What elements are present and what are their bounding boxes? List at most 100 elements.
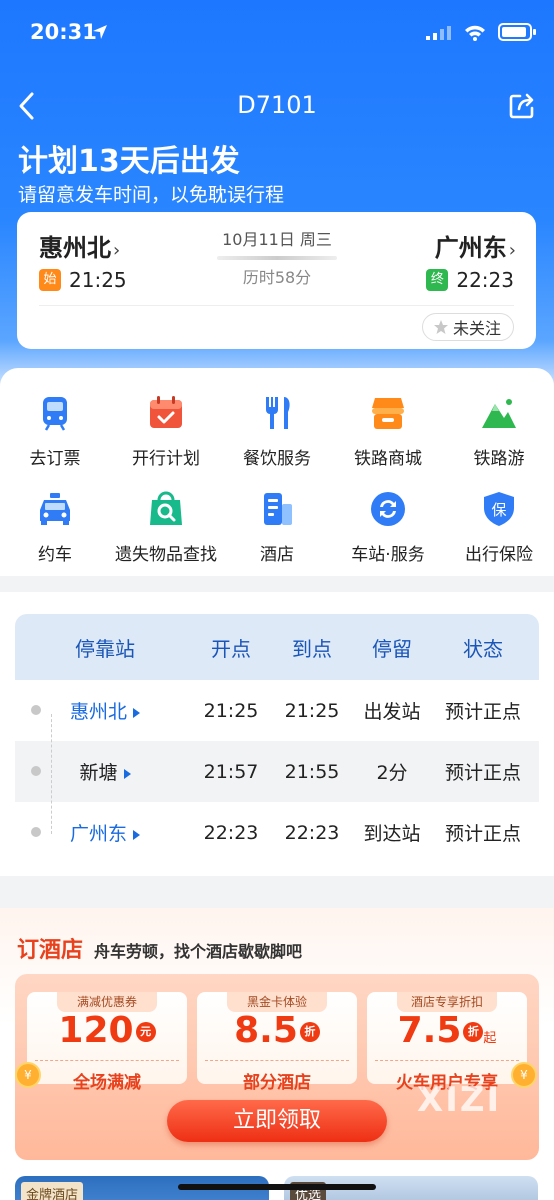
station-name: 惠州北 [69, 701, 127, 723]
plan-title: 计划13天后出发 [18, 144, 240, 179]
table-row: 新塘 21:57 21:55 2分 预计正点 [15, 741, 539, 802]
claim-button[interactable]: 立即领取 [167, 1100, 387, 1142]
coupon-unit: 折 [463, 1022, 484, 1042]
service-label: 酒店 [260, 545, 294, 565]
stop-timetable-section: 停靠站 开点 到点 停留 状态 惠州北 21:25 21:25 出发站 预计正点… [0, 592, 554, 876]
route-dot [31, 766, 41, 776]
insurance-icon: 保 [484, 492, 514, 526]
service-lost-found[interactable]: 遗失物品查找 [111, 490, 221, 565]
calendar-icon [150, 396, 182, 428]
triangle-right-icon [133, 707, 140, 718]
share-icon[interactable] [508, 92, 536, 120]
arrive-cell: 22:23 [284, 821, 340, 844]
column-header-arrive: 到点 [292, 636, 332, 661]
column-header-depart: 开点 [211, 636, 251, 661]
coupon-amount: 7.5 折起 [367, 1010, 527, 1051]
route-dot [31, 827, 41, 837]
coupon-amount: 120 元 [27, 1010, 187, 1051]
departure-station[interactable]: 惠州北 › [39, 228, 120, 263]
service-dining[interactable]: 餐饮服务 [222, 394, 332, 469]
service-taxi[interactable]: 约车 [0, 490, 110, 565]
service-label: 约车 [38, 545, 72, 565]
taxi-icon [40, 493, 70, 525]
train-number-title: D7101 [237, 91, 317, 119]
coin-icon: ¥ [511, 1062, 537, 1088]
status-bar: 20:31 [30, 18, 536, 48]
hotel-subtitle: 舟车劳顿，找个酒店歇歇脚吧 [94, 942, 303, 961]
route-line [51, 714, 52, 834]
column-header-station: 停靠站 [75, 636, 135, 661]
service-label: 出行保险 [465, 545, 533, 565]
stay-cell: 出发站 [363, 701, 421, 723]
coupon-divider [375, 1060, 519, 1061]
coupon-kind: 黑金卡体验 [227, 992, 327, 1012]
home-indicator [178, 1184, 376, 1190]
station-cell[interactable]: 新塘 [15, 758, 195, 785]
end-badge: 终 [426, 269, 449, 291]
coupon-divider [35, 1060, 179, 1061]
coupon-amount: 8.5 折 [197, 1010, 357, 1051]
arrival-station[interactable]: 广州东 › [435, 228, 516, 263]
chevron-right-icon: › [508, 240, 516, 261]
service-label: 开行计划 [132, 449, 200, 469]
depart-cell: 21:25 [203, 699, 259, 722]
station-name: 广州东 [69, 823, 127, 845]
follow-label: 未关注 [452, 319, 501, 338]
stay-cell: 到达站 [363, 823, 421, 845]
service-insurance[interactable]: 保 出行保险 [444, 490, 554, 565]
triangle-right-icon [123, 768, 131, 779]
trip-card: 惠州北 › 广州东 › 10月11日 周三 历时58分 始 21:25 终 22:2… [17, 212, 536, 349]
coupon-card[interactable]: 满减优惠券 120 元 全场满减 [27, 992, 187, 1093]
station-cell[interactable]: 广州东 [15, 819, 195, 846]
route-dot [31, 705, 41, 715]
station-cell[interactable]: 惠州北 [15, 697, 195, 724]
service-label: 餐饮服务 [243, 449, 311, 469]
start-badge: 始 [39, 269, 61, 291]
coupon-kind: 酒店专享折扣 [397, 992, 497, 1012]
service-railway-mall[interactable]: 铁路商城 [333, 394, 443, 469]
location-arrow-icon [93, 25, 107, 39]
service-railway-tour[interactable]: 铁路游 [444, 394, 554, 469]
service-label: 车站·服务 [351, 545, 425, 565]
trip-duration: 历时58分 [242, 268, 312, 287]
arrival-time-value: 22:23 [456, 268, 514, 292]
service-schedule[interactable]: 开行计划 [111, 394, 221, 469]
follow-button[interactable]: 未关注 [421, 313, 514, 341]
service-label: 铁路游 [473, 449, 525, 469]
coin-icon: ¥ [15, 1062, 41, 1088]
trip-middle: 10月11日 周三 历时58分 [197, 226, 357, 288]
divider [39, 305, 514, 306]
depart-cell: 22:23 [203, 821, 259, 844]
column-header-stay: 停留 [372, 636, 412, 661]
cellular-signal-icon [426, 26, 451, 40]
arrival-time: 终 22:23 [426, 268, 514, 292]
coupon-unit: 折 [299, 1022, 320, 1042]
ticket-icon [43, 397, 67, 431]
departure-time: 始 21:25 [39, 268, 127, 292]
coupon-amount-value: 8.5 [234, 1010, 298, 1051]
service-hotel[interactable]: 酒店 [222, 490, 332, 565]
hotel-badge: 金牌酒店 [21, 1182, 84, 1200]
station-service-icon [371, 492, 405, 526]
svg-text:保: 保 [491, 501, 506, 519]
service-book-ticket[interactable]: 去订票 [0, 394, 110, 469]
status-cell: 预计正点 [444, 823, 521, 845]
shop-icon [372, 398, 404, 429]
coupon-card[interactable]: 酒店专享折扣 7.5 折起 火车用户专享 [367, 992, 527, 1093]
stay-cell: 2分 [376, 762, 408, 784]
coupon-divider [205, 1060, 349, 1061]
arrival-station-name: 广州东 [434, 234, 507, 262]
plan-subtitle: 请留意发车时间，以免耽误行程 [18, 184, 285, 206]
coupon-scope: 部分酒店 [243, 1073, 311, 1093]
departure-time-value: 21:25 [69, 268, 127, 292]
column-header-status: 状态 [463, 636, 503, 661]
coupon-card[interactable]: 黑金卡体验 8.5 折 部分酒店 [197, 992, 357, 1093]
table-row: 广州东 22:23 22:23 到达站 预计正点 [15, 802, 539, 862]
service-label: 铁路商城 [354, 449, 422, 469]
hotel-title: 订酒店 [17, 938, 84, 963]
coupon-unit: 元 [135, 1022, 156, 1042]
hotel-promo-section: 订酒店 舟车劳顿，找个酒店歇歇脚吧 满减优惠券 120 元 全场满减 黑金卡体验 … [0, 908, 554, 1200]
service-station[interactable]: 车站·服务 [333, 490, 443, 565]
dining-icon [266, 397, 290, 429]
stop-timetable: 停靠站 开点 到点 停留 状态 惠州北 21:25 21:25 出发站 预计正点… [15, 614, 539, 862]
